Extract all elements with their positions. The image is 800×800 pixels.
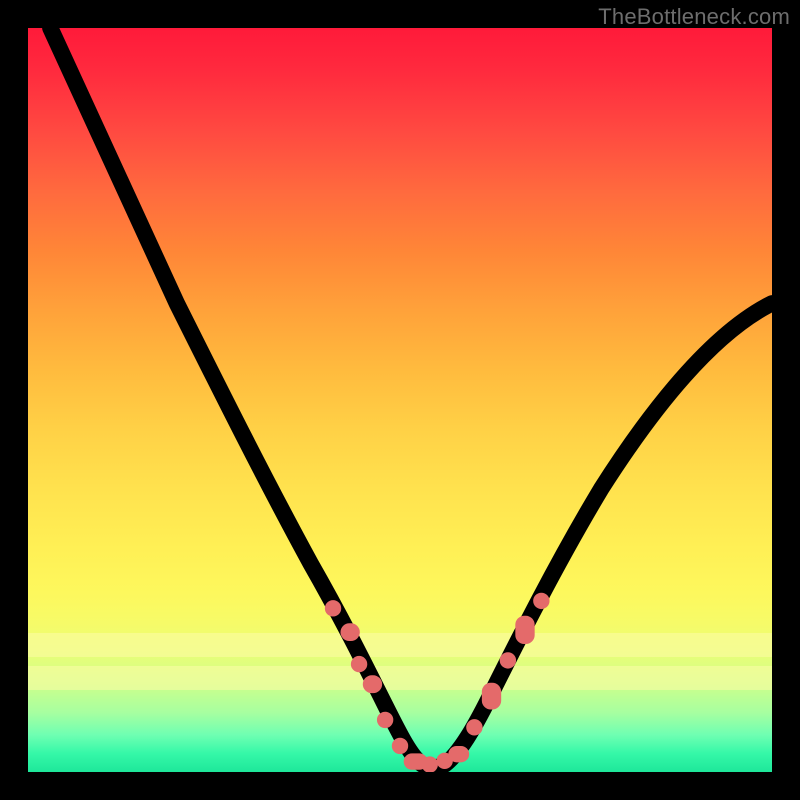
curve-layer [28, 28, 772, 772]
bottleneck-curve [50, 28, 772, 767]
chart-container: TheBottleneck.com [0, 0, 800, 800]
plot-area [28, 28, 772, 772]
watermark-text: TheBottleneck.com [598, 4, 790, 30]
highlight-dots [325, 593, 550, 772]
